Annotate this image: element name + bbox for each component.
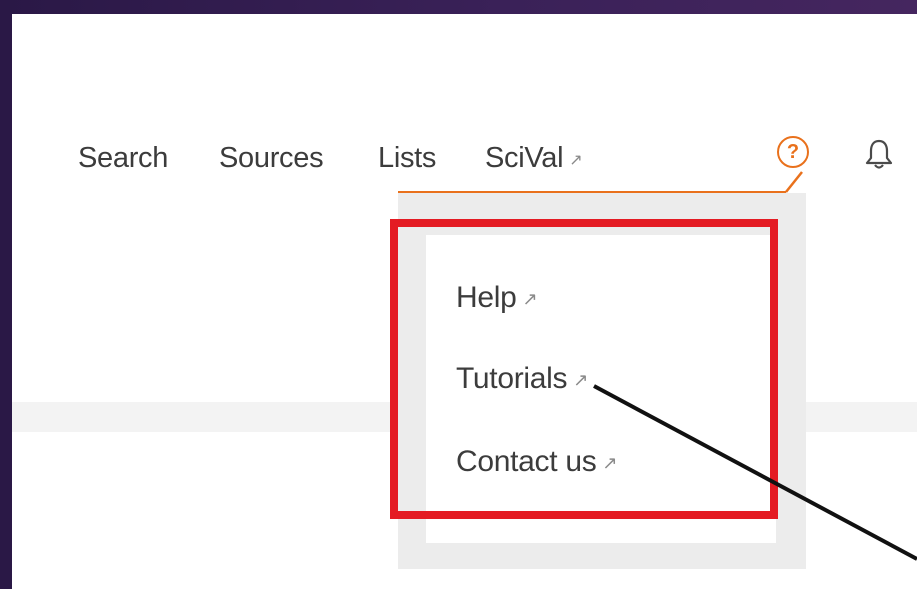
- page-canvas: Search Sources Lists SciVal ↗ ? Help ↗ Tut…: [12, 14, 917, 589]
- annotation-arrow: [593, 384, 917, 561]
